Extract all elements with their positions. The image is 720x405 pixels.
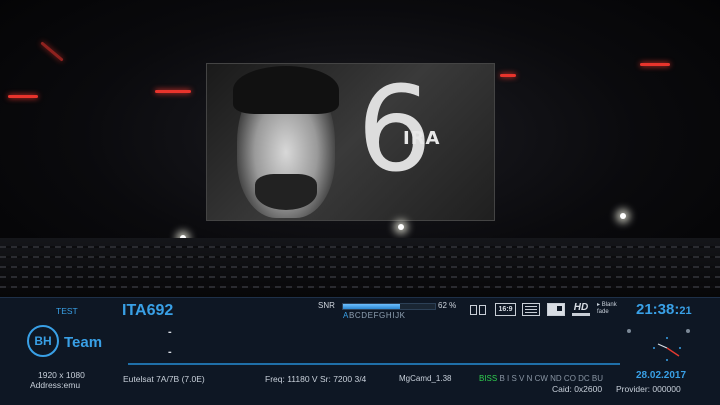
- player-beard: [255, 174, 317, 210]
- satellite: Eutelsat 7A/7B (7.0E): [123, 374, 205, 384]
- hd-label: HD: [573, 302, 589, 313]
- jersey-name: IRA: [403, 128, 441, 149]
- bh-team-logo: BH: [27, 325, 59, 357]
- cas-systems: BISS B I S V N CW ND CO DC BU: [479, 374, 603, 383]
- emulator-name: MgCamd_1.38: [399, 374, 452, 383]
- snr-bar-fill: [343, 304, 401, 309]
- analog-clock-icon: [653, 337, 681, 361]
- clock: 21:38:21: [636, 301, 692, 318]
- channel-name: ITA692: [122, 302, 174, 319]
- stadium-light: [640, 63, 670, 66]
- snr-label: SNR: [318, 301, 335, 310]
- resolution: 1920 x 1080: [38, 370, 85, 380]
- tuner-list: ABCDEFGHIJK: [343, 311, 406, 320]
- blank-status: ▸ Blank fade: [597, 302, 617, 316]
- snr-value: 62 %: [438, 301, 457, 310]
- blank-label-1: Blank: [601, 302, 617, 308]
- floodlight: [620, 213, 626, 219]
- logo-text: Team: [64, 334, 103, 351]
- logo-initials: BH: [34, 334, 52, 348]
- provider: Provider: 000000: [616, 384, 681, 394]
- stadium-light: [40, 41, 64, 62]
- date: 28.02.2017: [636, 370, 687, 381]
- blank-label-2: fade: [597, 309, 609, 315]
- event-progress-bar: [128, 363, 620, 365]
- tv-screen: 6 IRA TEST ITA692 BH Team - - SNR 62 % A…: [0, 0, 720, 405]
- hd-icon: HD: [571, 301, 591, 317]
- stadium-crowd: [0, 238, 720, 300]
- jumbotron-screen: 6 IRA: [206, 63, 495, 221]
- floodlight: [398, 224, 404, 230]
- dual-tuner-icon: [469, 304, 487, 316]
- clock-seconds: 21: [679, 305, 692, 317]
- indicator-dot: [627, 329, 631, 333]
- blank-bullet: ▸: [597, 302, 601, 308]
- aspect-ratio-icon: 16:9: [495, 303, 516, 316]
- stadium-light: [8, 95, 38, 98]
- stadium-light: [500, 74, 516, 77]
- clock-hm: 21:38:: [636, 301, 680, 318]
- snr-bar: [342, 303, 436, 310]
- event-now: -: [168, 326, 172, 338]
- service-label: TEST: [56, 306, 78, 316]
- infobar: TEST ITA692 BH Team - - SNR 62 % ABCDEFG…: [0, 297, 720, 405]
- player-hair: [233, 66, 339, 114]
- teletext-icon: [522, 303, 540, 316]
- caid: Caid: 0x2600: [552, 384, 603, 394]
- broadcast-video: 6 IRA: [0, 0, 720, 300]
- indicator-dot: [686, 329, 690, 333]
- address: Address:emu: [30, 380, 81, 390]
- frequency: Freq: 11180 V Sr: 7200 3/4: [265, 374, 367, 384]
- subtitle-icon: [547, 303, 565, 316]
- event-next: -: [168, 346, 172, 358]
- cas-active: BISS: [479, 374, 498, 383]
- cas-others: B I S V N CW ND CO DC BU: [499, 374, 604, 383]
- tuner-others: BCDEFGHIJK: [348, 311, 406, 320]
- stadium-light: [155, 90, 191, 93]
